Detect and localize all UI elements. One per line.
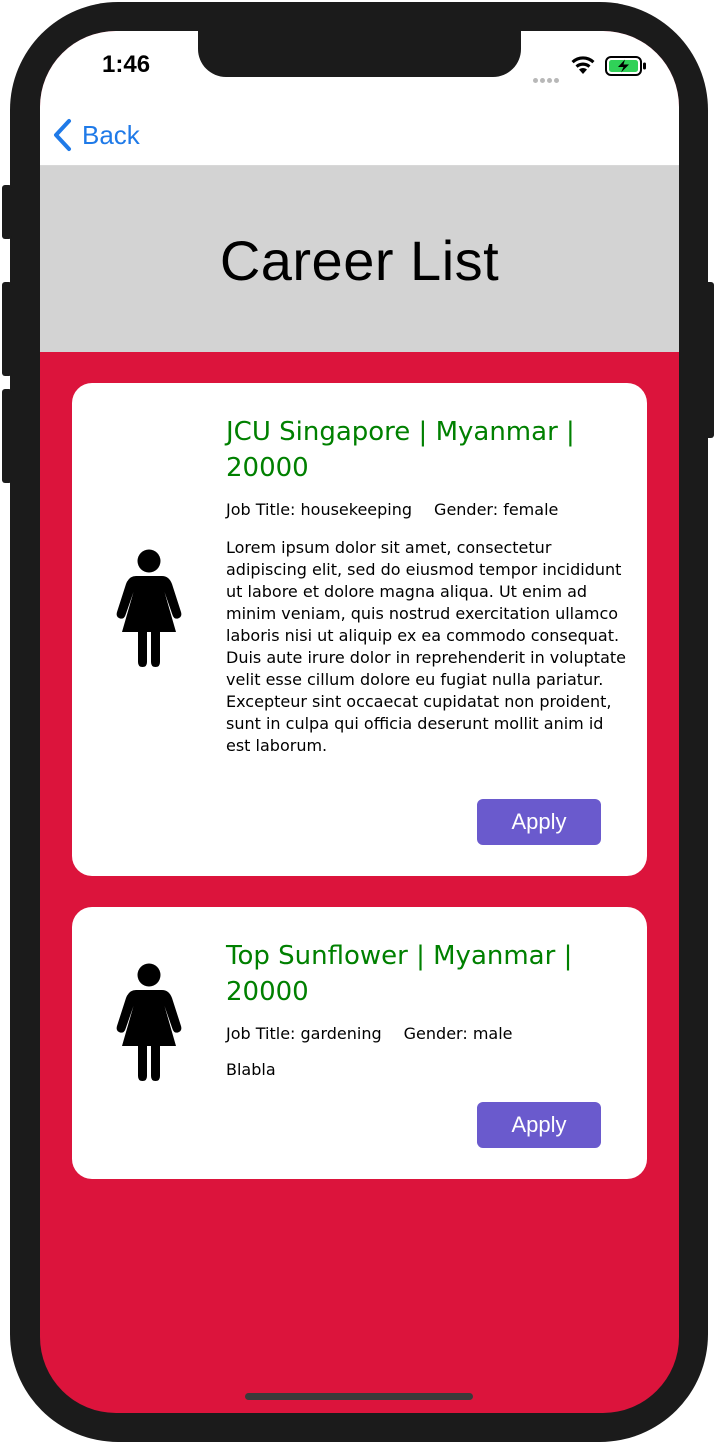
back-button[interactable]: Back xyxy=(52,115,140,155)
cellular-dots-icon xyxy=(533,68,563,83)
job-title-label: Job Title: housekeeping xyxy=(226,500,413,519)
chevron-left-icon xyxy=(54,119,71,151)
career-title: Top Sunflower | Myanmar | 20000 xyxy=(226,941,573,1007)
gender-label: Gender: female xyxy=(434,500,559,519)
career-card-content: JCU Singapore | Myanmar | 20000 Job Titl… xyxy=(226,414,626,757)
female-person-icon xyxy=(116,549,182,667)
wifi-icon xyxy=(571,56,595,74)
female-person-icon xyxy=(116,963,182,1081)
battery-charging-icon xyxy=(605,56,646,76)
volume-up-button xyxy=(2,282,12,376)
job-title-label: Job Title: gardening xyxy=(226,1024,382,1043)
career-card: JCU Singapore | Myanmar | 20000 Job Titl… xyxy=(72,383,647,876)
home-indicator[interactable] xyxy=(245,1393,473,1400)
page-title: Career List xyxy=(219,228,500,292)
power-button xyxy=(704,282,714,438)
gender-label: Gender: male xyxy=(403,1024,513,1043)
career-meta: Job Title: housekeeping Gender: female xyxy=(226,500,626,519)
screen: 1:46 Back Career List JCU Singapore | My… xyxy=(40,31,679,1413)
apply-button[interactable]: Apply xyxy=(477,1102,601,1148)
career-description: Blabla xyxy=(226,1060,276,1079)
career-card: Top Sunflower | Myanmar | 20000 Job Titl… xyxy=(72,907,647,1179)
apply-button[interactable]: Apply xyxy=(477,799,601,845)
career-description: Lorem ipsum dolor sit amet, consectetur … xyxy=(226,538,626,755)
mute-switch xyxy=(2,185,12,239)
career-meta: Job Title: gardening Gender: male xyxy=(226,1024,626,1043)
career-card-content: Top Sunflower | Myanmar | 20000 Job Titl… xyxy=(226,938,626,1081)
back-label: Back xyxy=(82,119,140,150)
volume-down-button xyxy=(2,389,12,483)
navigation-bar: Back xyxy=(40,109,679,166)
career-title: JCU Singapore | Myanmar | 20000 xyxy=(226,417,575,483)
status-time: 1:46 xyxy=(102,51,151,78)
notch xyxy=(198,31,521,77)
page-header: Career List xyxy=(40,166,679,352)
